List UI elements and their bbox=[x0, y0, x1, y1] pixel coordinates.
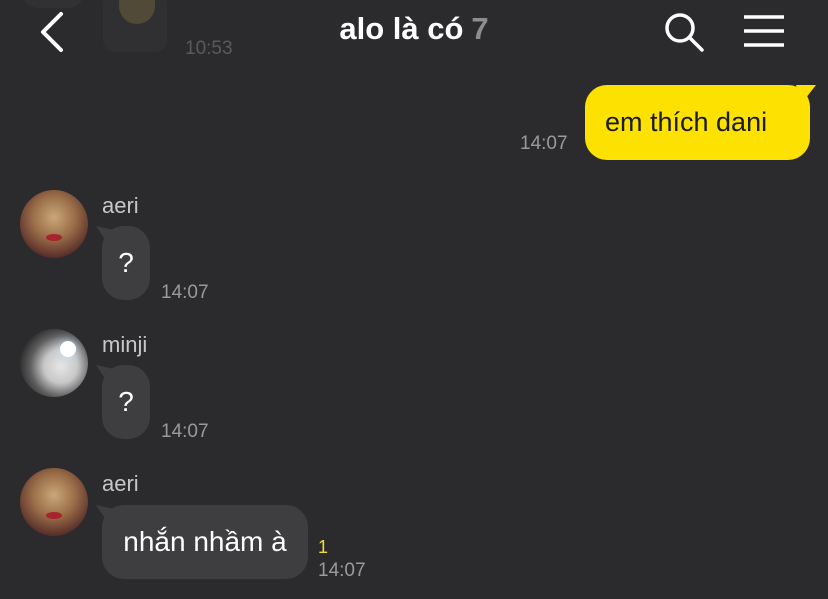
message-bubble[interactable]: nhắn nhầm à bbox=[102, 505, 308, 579]
message-text: em thích dani bbox=[605, 107, 768, 137]
my-message-bubble[interactable]: em thích dani bbox=[585, 85, 810, 160]
bubble-tail bbox=[796, 85, 816, 103]
previous-message-time: 10:53 bbox=[185, 38, 233, 59]
sender-name: aeri bbox=[102, 471, 139, 496]
avatar-minji[interactable] bbox=[20, 329, 88, 397]
message-time: 14:07 bbox=[520, 133, 568, 154]
avatar-aeri[interactable] bbox=[20, 190, 88, 258]
sender-name: minji bbox=[102, 332, 148, 357]
hamburger-menu-icon[interactable] bbox=[742, 12, 786, 52]
message-bubble[interactable]: ? bbox=[102, 365, 150, 439]
message-bubble[interactable]: ? bbox=[102, 226, 150, 300]
message-text: ? bbox=[118, 247, 134, 278]
message-time: 14:07 bbox=[161, 282, 209, 303]
message-time: 14:07 bbox=[318, 560, 366, 581]
sender-name: aeri bbox=[102, 193, 139, 218]
message-text: ? bbox=[118, 386, 134, 417]
search-icon[interactable] bbox=[662, 10, 706, 54]
unread-count: 1 bbox=[318, 537, 329, 557]
message-time: 14:07 bbox=[161, 421, 209, 442]
avatar-aeri[interactable] bbox=[20, 468, 88, 536]
message-text: nhắn nhầm à bbox=[123, 526, 287, 557]
chat-title-text: alo là có bbox=[339, 11, 464, 46]
member-count: 7 bbox=[471, 11, 489, 46]
